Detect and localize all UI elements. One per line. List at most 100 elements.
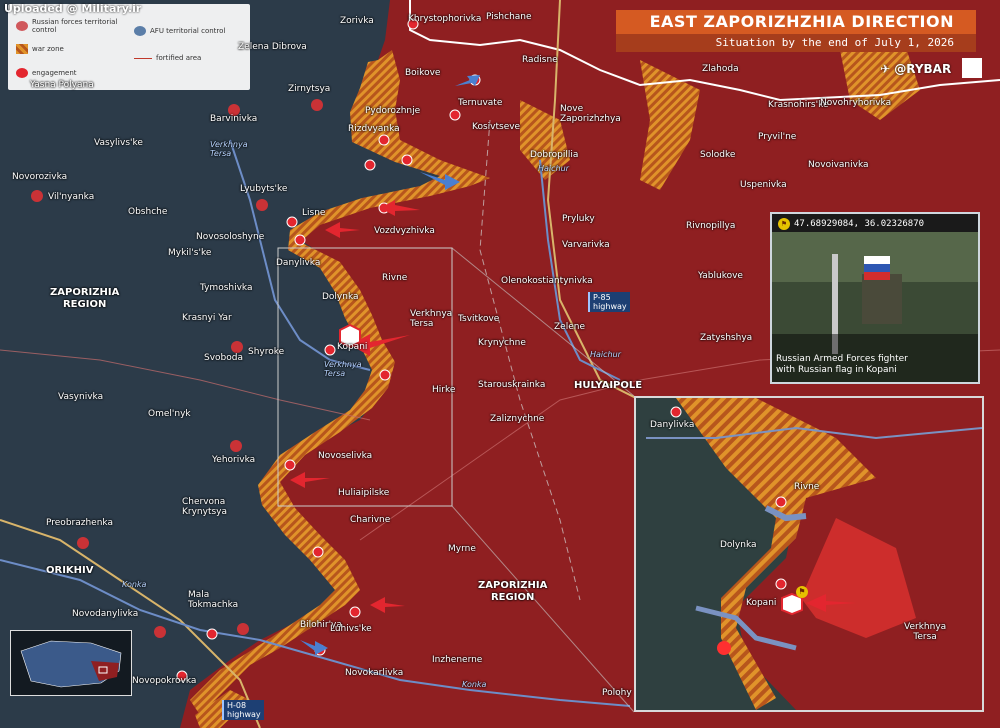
settlement-label: Pryluky bbox=[562, 214, 595, 224]
brand-handle[interactable]: ✈ @RYBAR bbox=[880, 62, 951, 76]
settlement-label: Varvarivka bbox=[562, 240, 610, 250]
settlement-label: Lyubyts'ke bbox=[240, 184, 288, 194]
inset-label: Rivne bbox=[794, 482, 820, 492]
engagement-icon bbox=[378, 134, 390, 146]
settlement-label: Nove Zaporizhzhya bbox=[560, 104, 621, 124]
settlement-label: Olenokostiantynivka bbox=[501, 276, 593, 286]
settlement-label: Starouskrainka bbox=[478, 380, 546, 390]
town-label: Preobrazhenka bbox=[46, 518, 113, 528]
settlement-label: Vozdvyzhivka bbox=[374, 226, 435, 236]
settlement-label: Zlahoda bbox=[702, 64, 739, 74]
minimap-image bbox=[20, 640, 122, 688]
settlement-label: Barvinivka bbox=[210, 114, 258, 124]
settlement-label: Omel'nyk bbox=[148, 409, 191, 419]
settlement-label: Yasna Polyana bbox=[30, 80, 94, 90]
settlement-label: Novopokrovka bbox=[132, 676, 197, 686]
russian-swatch-icon bbox=[16, 21, 28, 31]
settlement-label: Pryvil'ne bbox=[758, 132, 797, 142]
map-canvas[interactable]: Uploaded @ Military.ir Russian forces te… bbox=[0, 0, 1000, 728]
settlement-label: Ternuvate bbox=[458, 98, 503, 108]
settlement-label: Myrne bbox=[448, 544, 476, 554]
settlement-label: Inzhenerne bbox=[432, 655, 483, 665]
settlement-label: Krasnyi Yar bbox=[182, 313, 232, 323]
inset-label: Kopani bbox=[746, 598, 777, 608]
river-label: Verkhnya Tersa bbox=[324, 360, 362, 378]
legend: Russian forces territorial control AFU t… bbox=[8, 4, 250, 90]
photo-caption: Russian Armed Forces fighter with Russia… bbox=[776, 354, 908, 375]
inset-map[interactable]: Danylivka Rivne Dolynka Kopani Verkhnya … bbox=[634, 396, 984, 712]
settlement-label: Khrystophorivka bbox=[408, 14, 482, 24]
engagement-icon bbox=[294, 234, 306, 246]
settlement-label: Novoivanivka bbox=[808, 160, 869, 170]
engagement-icon bbox=[284, 459, 296, 471]
engagement-icon bbox=[349, 606, 361, 618]
engagement-icon bbox=[324, 344, 336, 356]
settlement-label: Lisne bbox=[302, 208, 326, 218]
river-label: Haichur bbox=[590, 350, 621, 359]
overview-minimap[interactable] bbox=[10, 630, 132, 696]
photo-coordinates: ⚑ 47.68929084, 36.02326870 bbox=[778, 218, 924, 230]
river-label: Konka bbox=[462, 680, 487, 689]
settlement-label: Novorozivka bbox=[12, 172, 68, 182]
telegram-icon: ✈ bbox=[880, 62, 891, 76]
settlement-label: Dolynka bbox=[322, 292, 359, 302]
settlement-label: Uspenivka bbox=[740, 180, 787, 190]
settlement-label: Charivne bbox=[350, 515, 391, 525]
legend-russian: Russian forces territorial control bbox=[16, 18, 118, 34]
region-label-east: ZAPORIZHIA REGION bbox=[478, 580, 548, 603]
settlement-label: Tsvitkove bbox=[458, 314, 500, 324]
settlement-label: Novohryhorivka bbox=[820, 98, 892, 108]
settlement-label: Yehorivka bbox=[212, 455, 256, 465]
flag-badge-icon: ⚑ bbox=[778, 218, 790, 230]
settlement-label: Zelene bbox=[554, 322, 585, 332]
settlement-label: Svoboda bbox=[204, 353, 243, 363]
settlement-label: Radisne bbox=[522, 55, 558, 65]
map-subtitle: Situation by the end of July 1, 2026 bbox=[616, 34, 976, 52]
settlement-label: Zirnytsya bbox=[288, 84, 331, 94]
inset-label: Verkhnya Tersa bbox=[904, 622, 947, 642]
engagement-icon bbox=[312, 546, 324, 558]
settlement-label: Novosoloshyne bbox=[196, 232, 265, 242]
settlement-label: Boikove bbox=[405, 68, 441, 78]
photo-panel[interactable]: ⚑ 47.68929084, 36.02326870 Russian Armed… bbox=[770, 212, 980, 384]
engagement-icon bbox=[364, 159, 376, 171]
settlement-label: Pydorozhnje bbox=[365, 106, 421, 116]
settlement-label: Danylivka bbox=[276, 258, 321, 268]
upload-watermark: Uploaded @ Military.ir bbox=[4, 2, 142, 15]
river-label: Konka bbox=[122, 580, 147, 589]
settlement-label: Krynychne bbox=[478, 338, 526, 348]
engagement-icon bbox=[286, 216, 298, 228]
engagement-icon bbox=[449, 109, 461, 121]
settlement-label: Yablukove bbox=[698, 271, 743, 281]
town-label: HULYAIPOLE bbox=[574, 380, 643, 391]
settlement-label: Vasynivka bbox=[58, 392, 104, 402]
legend-warzone: war zone bbox=[16, 44, 64, 54]
river-label: Verkhnya Tersa bbox=[210, 140, 248, 158]
settlement-label: Kosivtseve bbox=[472, 122, 521, 132]
settlement-label: Rizdvyanka bbox=[348, 124, 400, 134]
flag-badge-icon: ⚑ bbox=[796, 586, 808, 598]
afu-swatch-icon bbox=[134, 26, 146, 36]
warzone-swatch-icon bbox=[16, 44, 28, 54]
settlement-label: Kopani bbox=[337, 342, 368, 352]
inset-image bbox=[636, 398, 982, 710]
settlement-label: Novodanylivka bbox=[72, 609, 139, 619]
legend-fortified: fortified area bbox=[134, 54, 201, 62]
engagement-icon bbox=[401, 154, 413, 166]
settlement-label: Luhivs'ke bbox=[330, 624, 372, 634]
settlement-label: Rivne bbox=[382, 273, 408, 283]
settlement-label: Vasylivs'ke bbox=[94, 138, 143, 148]
settlement-label: Zorivka bbox=[340, 16, 374, 26]
river-label: Haichur bbox=[538, 164, 569, 173]
highway-badge: H-08 highway bbox=[222, 700, 264, 720]
settlement-label: Zaliznychne bbox=[490, 414, 545, 424]
engagement-swatch-icon bbox=[16, 68, 28, 78]
legend-afu: AFU territorial control bbox=[134, 26, 225, 36]
settlement-label: Vil'nyanka bbox=[48, 192, 95, 202]
settlement-label: Novokarlivka bbox=[345, 668, 404, 678]
settlement-label: Chervona Krynytsya bbox=[182, 497, 228, 517]
qr-code-icon[interactable] bbox=[962, 58, 982, 78]
settlement-label: Zelena Dibrova bbox=[238, 42, 307, 52]
inset-label: Danylivka bbox=[650, 420, 695, 430]
region-label-west: ZAPORIZHIA REGION bbox=[50, 287, 120, 310]
